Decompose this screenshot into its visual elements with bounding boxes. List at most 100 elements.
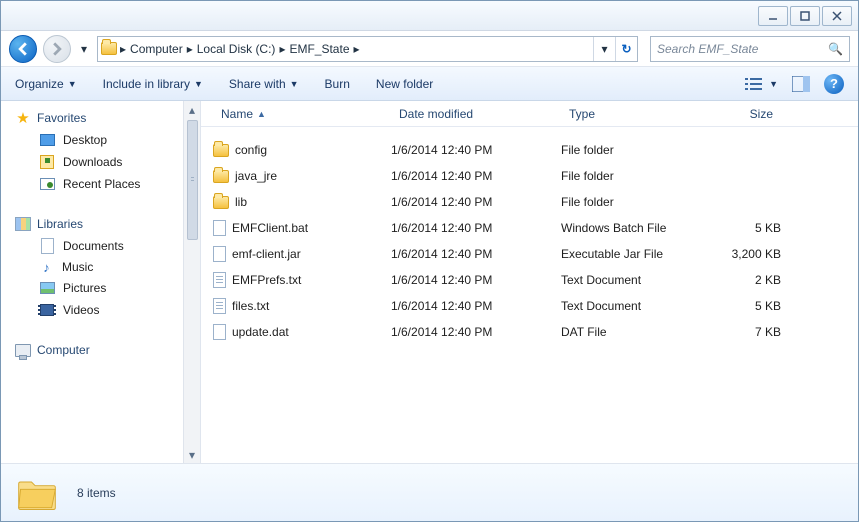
computer-group[interactable]: Computer — [15, 339, 200, 361]
preview-pane-button[interactable] — [792, 76, 810, 92]
file-date: 1/6/2014 12:40 PM — [391, 169, 561, 183]
search-input[interactable]: Search EMF_State 🔍 — [650, 36, 850, 62]
sidebar-scrollbar[interactable]: ▴ ▾ — [183, 101, 200, 463]
table-row[interactable]: config1/6/2014 12:40 PMFile folder — [213, 137, 858, 163]
column-size[interactable]: Size — [701, 107, 781, 121]
file-size: 5 KB — [701, 221, 781, 235]
file-name: EMFPrefs.txt — [232, 273, 301, 287]
file-size: 5 KB — [701, 299, 781, 313]
share-with-button[interactable]: Share with▼ — [229, 77, 299, 91]
file-type: Windows Batch File — [561, 221, 701, 235]
view-options-button[interactable]: ▼ — [745, 76, 778, 92]
file-icon — [213, 324, 226, 340]
folder-icon — [213, 196, 229, 209]
column-date[interactable]: Date modified — [391, 107, 561, 121]
sidebar-item-videos[interactable]: Videos — [15, 299, 200, 321]
chevron-right-icon[interactable]: ▸ — [354, 42, 360, 56]
music-icon: ♪ — [39, 260, 54, 274]
libraries-icon — [15, 216, 31, 232]
desktop-icon — [39, 132, 55, 148]
computer-icon — [15, 342, 31, 358]
scroll-up-icon[interactable]: ▴ — [184, 101, 200, 118]
title-bar — [1, 1, 858, 31]
organize-button[interactable]: Organize▼ — [15, 77, 77, 91]
command-bar: Organize▼ Include in library▼ Share with… — [1, 67, 858, 101]
table-row[interactable]: lib 1/6/2014 12:40 PMFile folder — [213, 189, 858, 215]
sidebar-item-desktop[interactable]: Desktop — [15, 129, 200, 151]
folder-icon — [213, 144, 229, 157]
file-type: Text Document — [561, 273, 701, 287]
file-size: 7 KB — [701, 325, 781, 339]
videos-icon — [39, 302, 55, 318]
status-bar: 8 items — [1, 463, 858, 521]
file-list-area: Name▲ Date modified Type Size config1/6/… — [201, 101, 858, 463]
file-date: 1/6/2014 12:40 PM — [391, 143, 561, 157]
file-date: 1/6/2014 12:40 PM — [391, 299, 561, 313]
search-icon[interactable]: 🔍 — [828, 42, 843, 56]
table-row[interactable]: files.txt1/6/2014 12:40 PMText Document5… — [213, 293, 858, 319]
history-dropdown[interactable]: ▾ — [77, 35, 91, 63]
file-icon — [213, 246, 226, 262]
libraries-group[interactable]: Libraries — [15, 213, 200, 235]
file-name: files.txt — [232, 299, 269, 313]
file-name: emf-client.jar — [232, 247, 301, 261]
favorites-group[interactable]: ★Favorites — [15, 107, 200, 129]
documents-icon — [39, 238, 55, 254]
table-row[interactable]: EMFClient.bat1/6/2014 12:40 PMWindows Ba… — [213, 215, 858, 241]
star-icon: ★ — [15, 110, 31, 126]
address-dropdown[interactable]: ▾ — [593, 37, 615, 61]
file-list: config1/6/2014 12:40 PMFile folderjava_j… — [201, 127, 858, 463]
sidebar-item-music[interactable]: ♪Music — [15, 257, 200, 277]
refresh-button[interactable]: ↻ — [615, 37, 637, 61]
minimize-button[interactable] — [758, 6, 788, 26]
text-file-icon — [213, 298, 226, 314]
include-library-button[interactable]: Include in library▼ — [103, 77, 203, 91]
search-placeholder: Search EMF_State — [657, 42, 758, 56]
sidebar-item-recent-places[interactable]: Recent Places — [15, 173, 200, 195]
close-button[interactable] — [822, 6, 852, 26]
breadcrumb-item[interactable]: EMF_State — [285, 37, 353, 61]
pictures-icon — [39, 280, 55, 296]
breadcrumb-item[interactable]: Computer — [126, 37, 187, 61]
table-row[interactable]: update.dat1/6/2014 12:40 PMDAT File7 KB — [213, 319, 858, 345]
file-date: 1/6/2014 12:40 PM — [391, 195, 561, 209]
column-name[interactable]: Name▲ — [213, 107, 391, 121]
text-file-icon — [213, 272, 226, 288]
recent-icon — [39, 176, 55, 192]
folder-icon — [15, 473, 59, 513]
file-type: File folder — [561, 143, 701, 157]
navigation-pane: ★Favorites Desktop Downloads Recent Plac… — [1, 101, 201, 463]
column-type[interactable]: Type — [561, 107, 701, 121]
maximize-button[interactable] — [790, 6, 820, 26]
file-date: 1/6/2014 12:40 PM — [391, 273, 561, 287]
download-icon — [39, 154, 55, 170]
file-type: File folder — [561, 195, 701, 209]
file-date: 1/6/2014 12:40 PM — [391, 221, 561, 235]
address-bar[interactable]: ▸ Computer ▸ Local Disk (C:) ▸ EMF_State… — [97, 36, 638, 62]
file-type: File folder — [561, 169, 701, 183]
file-size: 3,200 KB — [701, 247, 781, 261]
sidebar-item-pictures[interactable]: Pictures — [15, 277, 200, 299]
table-row[interactable]: EMFPrefs.txt 1/6/2014 12:40 PMText Docume… — [213, 267, 858, 293]
file-date: 1/6/2014 12:40 PM — [391, 247, 561, 261]
table-row[interactable]: java_jre1/6/2014 12:40 PMFile folder — [213, 163, 858, 189]
folder-icon — [98, 42, 120, 55]
new-folder-button[interactable]: New folder — [376, 77, 433, 91]
sidebar-item-documents[interactable]: Documents — [15, 235, 200, 257]
table-row[interactable]: emf-client.jar1/6/2014 12:40 PMExecutabl… — [213, 241, 858, 267]
breadcrumb-item[interactable]: Local Disk (C:) — [193, 37, 280, 61]
sidebar-item-downloads[interactable]: Downloads — [15, 151, 200, 173]
scroll-thumb[interactable] — [187, 120, 198, 240]
file-name: update.dat — [232, 325, 289, 339]
status-text: 8 items — [77, 486, 116, 500]
file-name: lib — [235, 195, 247, 209]
navigation-bar: ▾ ▸ Computer ▸ Local Disk (C:) ▸ EMF_Sta… — [1, 31, 858, 67]
forward-button[interactable] — [43, 35, 71, 63]
sort-asc-icon: ▲ — [257, 109, 266, 119]
file-date: 1/6/2014 12:40 PM — [391, 325, 561, 339]
burn-button[interactable]: Burn — [325, 77, 350, 91]
scroll-down-icon[interactable]: ▾ — [184, 446, 200, 463]
file-size: 2 KB — [701, 273, 781, 287]
back-button[interactable] — [9, 35, 37, 63]
help-button[interactable]: ? — [824, 74, 844, 94]
